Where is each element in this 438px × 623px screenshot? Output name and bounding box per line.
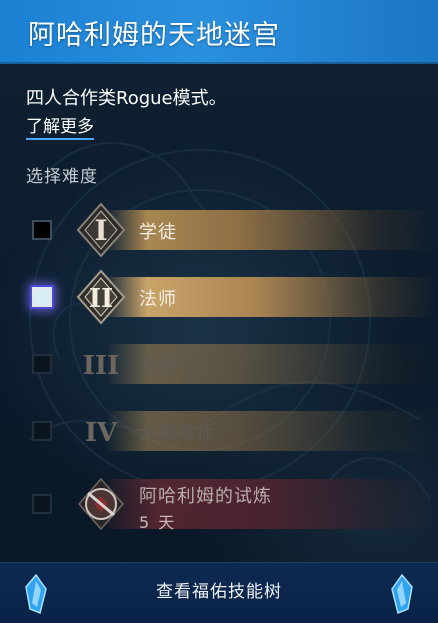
difficulty-label: 巫师 bbox=[139, 356, 177, 377]
numeral-text: I bbox=[94, 214, 107, 247]
footer-bar: 查看福佑技能树 bbox=[0, 562, 438, 623]
numeral-text: III bbox=[83, 351, 120, 381]
difficulty-option-grand-magus[interactable]: IV 大魔导师 bbox=[0, 401, 438, 461]
difficulty-option-magus[interactable]: II 法师 bbox=[0, 267, 438, 327]
difficulty-label: 学徒 bbox=[139, 222, 177, 243]
difficulty-checkbox[interactable] bbox=[32, 494, 52, 514]
difficulty-label: 阿哈利姆的试炼 bbox=[139, 486, 272, 507]
difficulty-checkbox[interactable] bbox=[32, 421, 52, 441]
difficulty-label: 法师 bbox=[139, 289, 177, 310]
trial-days-label: 5 天 bbox=[139, 513, 177, 532]
difficulty-section-label: 选择难度 bbox=[26, 167, 98, 187]
numeral-text: II bbox=[89, 284, 113, 314]
event-panel: 阿哈利姆的天地迷宫 四人合作类Rogue模式。 了解更多 选择难度 I 学徒 I… bbox=[0, 0, 438, 623]
difficulty-option-trial[interactable]: 阿哈利姆的试炼 5 天 bbox=[0, 474, 438, 534]
mode-description: 四人合作类Rogue模式。 bbox=[26, 88, 227, 109]
difficulty-checkbox[interactable] bbox=[32, 354, 52, 374]
header-bar: 阿哈利姆的天地迷宫 bbox=[0, 0, 438, 64]
locked-trial-icon bbox=[78, 477, 124, 531]
roman-numeral-badge-icon: I bbox=[76, 202, 126, 258]
roman-numeral-badge-icon: IV bbox=[85, 418, 118, 448]
difficulty-checkbox[interactable] bbox=[32, 287, 52, 307]
view-blessings-tree-button[interactable]: 查看福佑技能树 bbox=[0, 563, 438, 623]
difficulty-checkbox[interactable] bbox=[32, 220, 52, 240]
roman-numeral-badge-icon: III bbox=[83, 351, 120, 381]
numeral-text: IV bbox=[85, 418, 118, 448]
crystal-right-icon bbox=[391, 573, 413, 615]
page-title: 阿哈利姆的天地迷宫 bbox=[28, 20, 280, 51]
difficulty-label: 大魔导师 bbox=[139, 423, 215, 444]
learn-more-link[interactable]: 了解更多 bbox=[26, 112, 94, 140]
difficulty-option-apprentice[interactable]: I 学徒 bbox=[0, 200, 438, 260]
difficulty-option-sorcerer[interactable]: III 巫师 bbox=[0, 334, 438, 394]
roman-numeral-badge-icon: II bbox=[76, 269, 126, 325]
